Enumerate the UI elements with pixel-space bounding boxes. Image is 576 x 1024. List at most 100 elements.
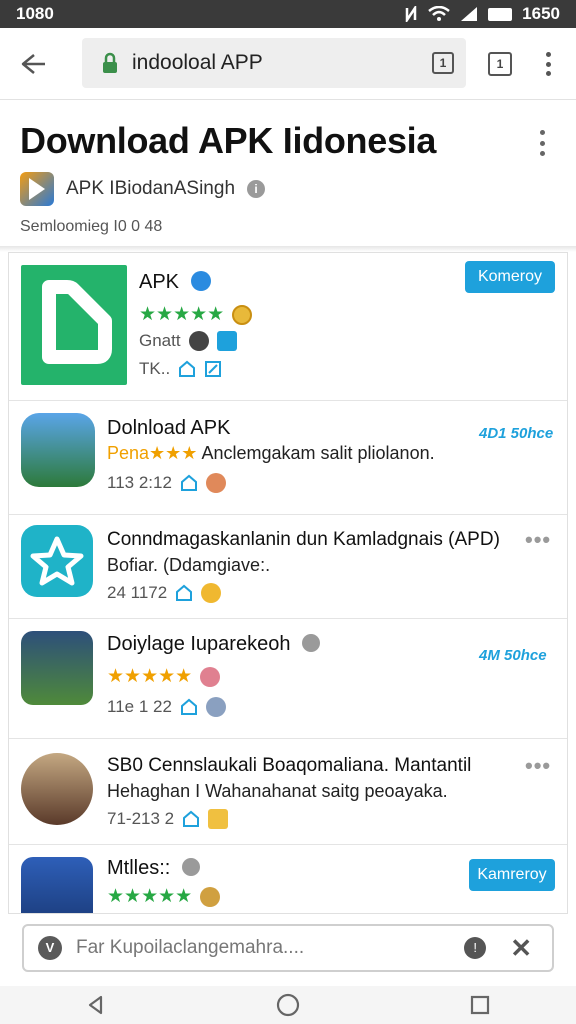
coin-icon (232, 304, 253, 325)
app-list: APK ★★★★★ Gnatt TK.. Komeroy Dolnload AP… (8, 252, 568, 914)
app-icon (21, 525, 93, 597)
status-icons: 1650 (404, 4, 560, 24)
subtitle-text: Anclemgakam salit pliolanon. (201, 443, 435, 463)
size-tag: 4D1 50hce (479, 425, 554, 442)
tabs-button[interactable]: 1 (488, 52, 512, 76)
star-rating: ★★★★★ (139, 304, 225, 325)
close-icon[interactable]: ✕ (510, 933, 532, 964)
verified-icon (190, 271, 211, 291)
avatar-icon (205, 473, 226, 493)
brand-icon: V (38, 936, 62, 960)
avatar-icon (200, 666, 221, 687)
app-icon (21, 753, 93, 825)
info-icon (181, 858, 200, 876)
info-icon (188, 331, 209, 351)
emoji-icon (201, 583, 222, 603)
page-header: Download APK Iidonesia APK IBiodanASingh… (0, 100, 576, 250)
recents-icon[interactable] (469, 994, 491, 1016)
nfc-icon (405, 6, 417, 22)
home-button[interactable] (18, 50, 50, 78)
share-icon[interactable] (180, 474, 198, 492)
edit-icon[interactable] (204, 360, 222, 378)
url-text: indooloal APP (132, 51, 263, 74)
share-icon[interactable] (182, 810, 200, 828)
star-icon (30, 536, 84, 586)
list-item[interactable]: Conndmagaskanlanin dun Kamladgnais (APD)… (9, 515, 567, 619)
status-bar: 1080 1650 (0, 0, 576, 28)
install-button[interactable]: Komeroy (465, 261, 555, 293)
badge-icon (208, 809, 229, 829)
rating-text: Pena★★★ (107, 443, 198, 463)
browser-menu-icon[interactable] (538, 50, 558, 78)
rating-row: ★★★★★ (139, 303, 253, 326)
home-circle-icon[interactable] (276, 993, 300, 1017)
lock-icon (103, 52, 117, 73)
list-item[interactable]: Mtlles:: ★★★★★ Kamreroy (9, 845, 567, 913)
search-bar[interactable]: V Far Kupoilaclangemahra.... ! ✕ (22, 924, 554, 972)
meta-text: 24 1172 (107, 583, 168, 602)
developer-row[interactable]: APK IBiodanASingh i (20, 172, 266, 206)
info-icon[interactable]: i (247, 180, 266, 198)
developer-logo (20, 172, 54, 206)
meta-text: 11e 1 22 (107, 697, 172, 716)
install-button[interactable]: Kamreroy (469, 859, 555, 891)
list-item[interactable]: Doiylage Iuparekeoh ★★★★★ 11e 1 22 4M 50… (9, 619, 567, 739)
browser-toolbar: indooloal APP 1 1 (0, 28, 576, 100)
app-subtitle: Pena★★★ Anclemgakam salit pliolanon. (107, 443, 435, 464)
status-time: 1080 (16, 4, 54, 23)
app-name: SB0 Cennslaukali Boaqomaliana. Mantantil (107, 755, 472, 776)
app-icon (21, 265, 127, 385)
list-item[interactable]: Dolnload APK Pena★★★ Anclemgakam salit p… (9, 401, 567, 515)
app-subtitle: Bofiar. (Ddamgiave:. (107, 555, 271, 575)
rating-row: ★★★★★ (107, 885, 221, 908)
app-name: Dolnload APK (107, 417, 231, 439)
star-rating: ★★★★★ (107, 886, 193, 907)
header-meta: Semloomieg I0 0 48 (20, 218, 163, 235)
url-tab-counter[interactable]: 1 (432, 52, 454, 74)
voice-icon[interactable]: ! (464, 937, 487, 959)
app-line: TK.. (139, 359, 222, 379)
page-title: Download APK Iidonesia (20, 120, 437, 161)
app-line-text: Gnatt (139, 331, 181, 350)
battery-icon (488, 7, 513, 21)
wifi-icon (428, 6, 450, 21)
app-name: APK (139, 271, 211, 294)
download-icon (216, 331, 237, 351)
more-options-icon[interactable]: ••• (525, 753, 551, 779)
list-item[interactable]: APK ★★★★★ Gnatt TK.. Komeroy (9, 253, 567, 401)
app-line-text: TK.. (139, 359, 171, 378)
signal-icon (461, 7, 478, 21)
system-nav-bar (0, 986, 576, 1024)
share-icon[interactable] (178, 360, 196, 378)
app-meta: 113 2:12 (107, 473, 226, 493)
info-icon (302, 634, 321, 652)
app-meta: 24 1172 (107, 583, 222, 603)
share-icon[interactable] (175, 584, 193, 602)
meta-text: 113 2:12 (107, 473, 172, 492)
size-tag: 4M 50hce (479, 647, 547, 664)
meta-text: 71-213 2 (107, 809, 175, 828)
document-icon (42, 280, 112, 364)
back-icon[interactable] (85, 994, 107, 1016)
star-rating: ★★★★★ (107, 666, 193, 687)
app-name: Conndmagaskanlanin dun Kamladgnais (APD) (107, 529, 500, 550)
share-icon[interactable] (180, 698, 198, 716)
app-icon (21, 413, 95, 487)
app-icon (21, 857, 93, 913)
compass-icon (205, 697, 226, 717)
overflow-menu-icon[interactable] (533, 130, 551, 156)
app-meta: 11e 1 22 (107, 697, 226, 717)
emoji-icon (200, 886, 221, 907)
rating-row: ★★★★★ (107, 665, 221, 688)
app-name: Doiylage Iuparekeoh (107, 633, 321, 656)
developer-name: APK IBiodanASingh (66, 178, 236, 199)
app-name: Mtlles:: (107, 857, 200, 880)
list-item[interactable]: SB0 Cennslaukali Boaqomaliana. Mantantil… (9, 739, 567, 845)
search-input[interactable]: Far Kupoilaclangemahra.... (76, 937, 464, 959)
home-icon (21, 54, 45, 74)
app-line: Gnatt (139, 331, 237, 351)
address-bar[interactable]: indooloal APP 1 (82, 38, 466, 88)
app-subtitle: Hehaghan I Wahanahanat saitg peoayaka. (107, 781, 448, 801)
more-options-icon[interactable]: ••• (525, 527, 551, 553)
app-meta: 71-213 2 (107, 809, 229, 829)
